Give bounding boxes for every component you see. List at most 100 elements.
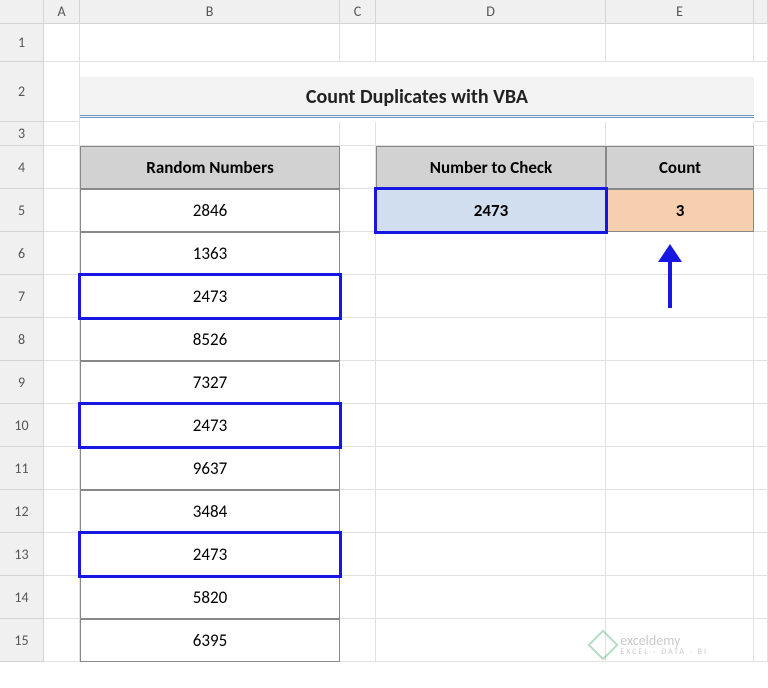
col-D[interactable]: D xyxy=(376,0,606,24)
cell[interactable] xyxy=(340,533,376,576)
random-cell[interactable]: 9637 xyxy=(80,447,340,490)
cell[interactable] xyxy=(340,24,376,62)
cell[interactable] xyxy=(340,146,376,189)
cell[interactable] xyxy=(44,490,80,533)
row-12[interactable]: 12 xyxy=(0,490,44,533)
cell[interactable] xyxy=(44,275,80,318)
cell[interactable] xyxy=(44,62,80,122)
cell[interactable] xyxy=(754,447,768,490)
cell[interactable] xyxy=(376,275,606,318)
cell[interactable] xyxy=(606,122,754,146)
cell[interactable] xyxy=(606,24,754,62)
cell[interactable] xyxy=(606,404,754,447)
row-6[interactable]: 6 xyxy=(0,232,44,275)
row-14[interactable]: 14 xyxy=(0,576,44,619)
row-13[interactable]: 13 xyxy=(0,533,44,576)
cell[interactable] xyxy=(376,490,606,533)
check-value-cell[interactable]: 2473 xyxy=(376,189,606,232)
cell[interactable] xyxy=(340,189,376,232)
random-cell[interactable]: 1363 xyxy=(80,232,340,275)
cell[interactable] xyxy=(754,232,768,275)
cell[interactable] xyxy=(376,619,606,662)
cell[interactable] xyxy=(44,447,80,490)
cell[interactable] xyxy=(44,232,80,275)
cell[interactable] xyxy=(44,318,80,361)
col-E[interactable]: E xyxy=(606,0,754,24)
cell[interactable] xyxy=(376,122,606,146)
cell[interactable] xyxy=(606,361,754,404)
row-7[interactable]: 7 xyxy=(0,275,44,318)
random-cell-dup[interactable]: 2473 xyxy=(80,533,340,576)
cell[interactable] xyxy=(754,533,768,576)
col-A[interactable]: A xyxy=(44,0,80,24)
cell[interactable] xyxy=(376,533,606,576)
cell[interactable] xyxy=(376,318,606,361)
cell[interactable] xyxy=(340,576,376,619)
col-B[interactable]: B xyxy=(80,0,340,24)
cell[interactable] xyxy=(754,122,768,146)
col-C[interactable]: C xyxy=(340,0,376,24)
cell[interactable] xyxy=(80,122,340,146)
cell[interactable] xyxy=(44,576,80,619)
cell[interactable] xyxy=(44,533,80,576)
cell[interactable] xyxy=(44,24,80,62)
row-2[interactable]: 2 xyxy=(0,62,44,122)
cell[interactable] xyxy=(606,447,754,490)
cell[interactable] xyxy=(606,533,754,576)
cell[interactable] xyxy=(754,24,768,62)
count-value-cell[interactable]: 3 xyxy=(606,189,754,232)
title-area[interactable]: Count Duplicates with VBA xyxy=(80,72,754,122)
cell[interactable] xyxy=(340,232,376,275)
cell[interactable] xyxy=(44,619,80,662)
cell[interactable] xyxy=(44,122,80,146)
row-5[interactable]: 5 xyxy=(0,189,44,232)
cell[interactable] xyxy=(80,24,340,62)
row-15[interactable]: 15 xyxy=(0,619,44,662)
cell[interactable] xyxy=(606,275,754,318)
random-cell-dup[interactable]: 2473 xyxy=(80,275,340,318)
count-header[interactable]: Count xyxy=(606,146,754,189)
random-cell[interactable]: 6395 xyxy=(80,619,340,662)
cell[interactable] xyxy=(754,619,768,662)
random-cell[interactable]: 8526 xyxy=(80,318,340,361)
cell[interactable] xyxy=(754,189,768,232)
row-10[interactable]: 10 xyxy=(0,404,44,447)
cell[interactable] xyxy=(754,576,768,619)
cell[interactable] xyxy=(340,447,376,490)
cell[interactable] xyxy=(376,24,606,62)
cell[interactable] xyxy=(754,146,768,189)
cell[interactable] xyxy=(754,490,768,533)
cell[interactable] xyxy=(754,361,768,404)
random-header[interactable]: Random Numbers xyxy=(80,146,340,189)
random-cell[interactable]: 7327 xyxy=(80,361,340,404)
cell[interactable] xyxy=(340,122,376,146)
row-11[interactable]: 11 xyxy=(0,447,44,490)
cell[interactable] xyxy=(376,404,606,447)
cell[interactable] xyxy=(340,275,376,318)
cell[interactable] xyxy=(44,404,80,447)
cell[interactable] xyxy=(606,576,754,619)
cell[interactable] xyxy=(606,318,754,361)
row-9[interactable]: 9 xyxy=(0,361,44,404)
cell[interactable] xyxy=(754,404,768,447)
cell[interactable] xyxy=(754,275,768,318)
cell[interactable] xyxy=(376,576,606,619)
row-1[interactable]: 1 xyxy=(0,24,44,62)
corner-cell[interactable] xyxy=(0,0,44,24)
random-cell[interactable]: 2846 xyxy=(80,189,340,232)
cell[interactable] xyxy=(376,447,606,490)
random-cell[interactable]: 3484 xyxy=(80,490,340,533)
cell[interactable] xyxy=(44,189,80,232)
cell[interactable] xyxy=(340,404,376,447)
cell[interactable] xyxy=(340,361,376,404)
cell[interactable] xyxy=(340,619,376,662)
random-cell-dup[interactable]: 2473 xyxy=(80,404,340,447)
cell[interactable] xyxy=(376,232,606,275)
cell[interactable] xyxy=(340,318,376,361)
row-4[interactable]: 4 xyxy=(0,146,44,189)
cell[interactable] xyxy=(606,490,754,533)
random-cell[interactable]: 5820 xyxy=(80,576,340,619)
cell[interactable] xyxy=(340,490,376,533)
check-header[interactable]: Number to Check xyxy=(376,146,606,189)
row-3[interactable]: 3 xyxy=(0,122,44,146)
